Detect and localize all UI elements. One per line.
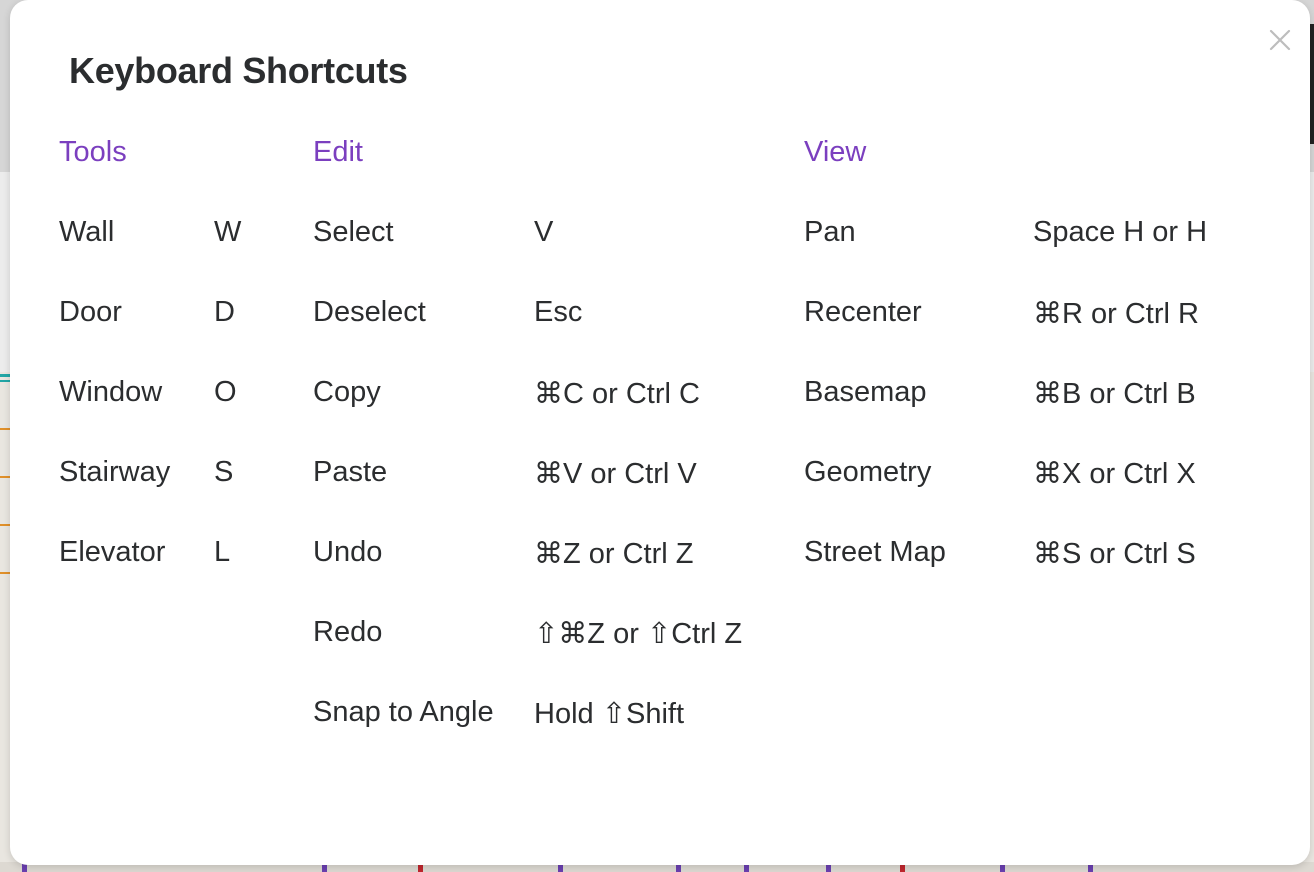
shortcut-keys: ⌘Z or Ctrl Z [534,538,694,570]
shortcut-keys: S [214,456,234,488]
shortcut-keys: W [214,216,242,248]
dialog-title: Keyboard Shortcuts [69,50,408,91]
close-icon [1269,29,1291,51]
background-floorplan-mark [322,864,327,872]
shortcut-action: Copy [313,376,381,408]
shortcut-keys: Esc [534,296,583,328]
shortcut-action: Recenter [804,296,922,328]
section-heading-tools: Tools [59,136,127,168]
shortcut-keys: Space H or H [1033,216,1208,248]
shortcut-keys: Hold ⇧Shift [534,698,685,730]
background-floorplan-mark [676,864,681,872]
shortcut-keys: V [534,216,554,248]
background-floorplan-mark [1000,864,1005,872]
section-heading-view: View [804,136,867,168]
shortcut-action: Redo [313,616,383,648]
shortcut-action: Stairway [59,456,171,488]
section-heading-edit: Edit [313,136,363,168]
shortcut-keys: ⌘S or Ctrl S [1033,538,1196,570]
background-floorplan-mark [558,864,563,872]
shortcut-keys: ⌘X or Ctrl X [1033,458,1196,490]
shortcut-action: Wall [59,216,115,248]
shortcut-action: Door [59,296,122,328]
keyboard-shortcuts-dialog: Keyboard Shortcuts Tools Edit View Wall … [10,0,1310,865]
background-floorplan-mark [1088,864,1093,872]
shortcut-keys: ⌘R or Ctrl R [1033,298,1199,330]
shortcut-action: Deselect [313,296,426,328]
close-button[interactable] [1268,28,1292,52]
shortcut-keys: ⌘C or Ctrl C [534,378,700,410]
shortcut-action: Window [59,376,163,408]
shortcut-keys: ⌘V or Ctrl V [534,458,697,490]
shortcut-keys: L [214,536,231,568]
shortcut-keys: ⇧⌘Z or ⇧Ctrl Z [534,618,743,650]
shortcut-action: Elevator [59,536,166,568]
background-floorplan-mark [900,864,905,872]
shortcut-action: Pan [804,216,856,248]
background-floorplan-mark [22,864,27,872]
shortcut-action: Select [313,216,394,248]
background-floorplan-mark [826,864,831,872]
shortcut-keys: ⌘B or Ctrl B [1033,378,1196,410]
shortcut-action: Basemap [804,376,927,408]
background-floorplan-mark [418,864,423,872]
shortcut-action: Street Map [804,536,946,568]
shortcut-action: Geometry [804,456,932,488]
background-floorplan-mark [744,864,749,872]
shortcut-keys: D [214,296,235,328]
shortcut-keys: O [214,376,237,408]
shortcut-action: Paste [313,456,388,488]
shortcut-action: Snap to Angle [313,696,494,728]
shortcut-action: Undo [313,536,383,568]
